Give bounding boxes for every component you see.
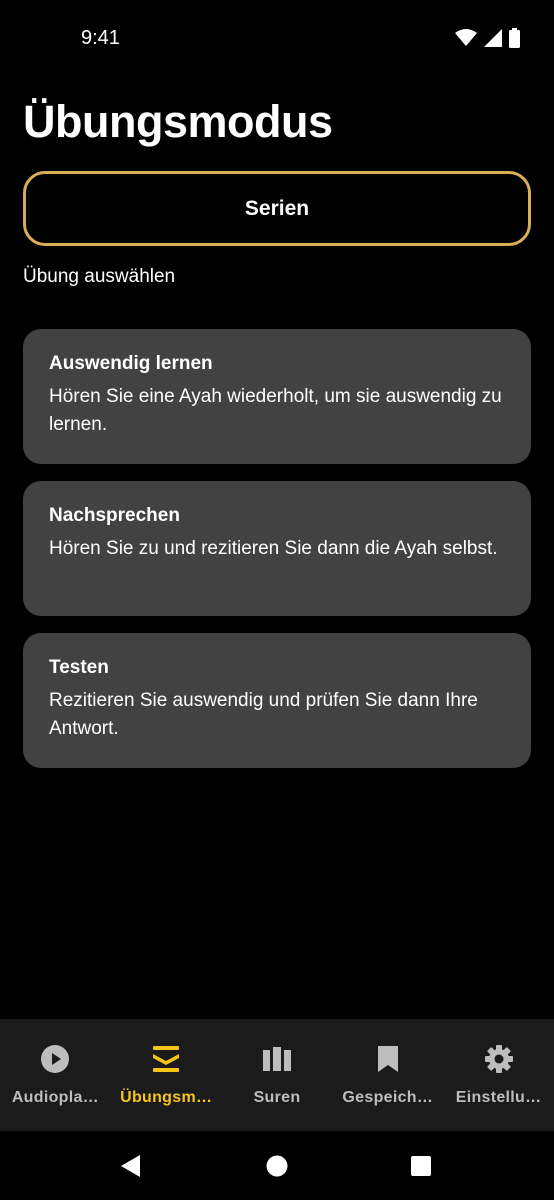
select-exercise-label: Übung auswählen [23, 266, 176, 287]
battery-icon [509, 28, 520, 48]
nav-label: Übungsm… [120, 1089, 213, 1106]
card-title: Auswendig lernen [49, 353, 213, 374]
recents-button[interactable] [408, 1153, 434, 1179]
card-description: Hören Sie zu und rezitieren Sie dann die… [49, 538, 498, 559]
system-navigation-bar [0, 1131, 554, 1200]
nav-item-practice-mode[interactable]: Übungsm… [111, 1019, 222, 1131]
practice-stack-icon [150, 1043, 182, 1075]
gear-icon [483, 1043, 515, 1075]
practice-mode-screen: 9:41 Übungsmodus Serien Übung auswählen … [0, 0, 554, 1200]
home-circle-icon [266, 1155, 288, 1177]
status-time: 9:41 [81, 27, 120, 49]
nav-label: Suren [253, 1089, 301, 1106]
page-title: Übungsmodus [23, 96, 333, 147]
back-triangle-icon [121, 1155, 140, 1177]
bottom-navigation: Audiopla… Übungsm… Suren Gespeich… Einst… [0, 1019, 554, 1131]
nav-item-saved[interactable]: Gespeich… [332, 1019, 443, 1131]
nav-item-surahs[interactable]: Suren [222, 1019, 333, 1131]
signal-icon [484, 29, 502, 47]
exercise-card-memorize[interactable]: Auswendig lernen Hören Sie eine Ayah wie… [23, 329, 531, 464]
nav-label: Einstellu… [455, 1089, 542, 1106]
card-description: Hören Sie eine Ayah wiederholt, um sie a… [49, 386, 502, 435]
series-button[interactable]: Serien [23, 171, 531, 246]
wifi-icon [455, 29, 477, 47]
back-button[interactable] [118, 1153, 144, 1179]
bookmark-icon [372, 1043, 404, 1075]
play-circle-icon [39, 1043, 71, 1075]
books-icon [261, 1043, 293, 1075]
card-description: Rezitieren Sie auswendig und prüfen Sie … [49, 690, 478, 739]
nav-item-settings[interactable]: Einstellu… [443, 1019, 554, 1131]
card-title: Nachsprechen [49, 505, 180, 526]
recents-square-icon [411, 1156, 431, 1176]
home-button[interactable] [264, 1153, 290, 1179]
nav-label: Audiopla… [11, 1089, 99, 1106]
card-title: Testen [49, 657, 109, 678]
exercise-card-test[interactable]: Testen Rezitieren Sie auswendig und prüf… [23, 633, 531, 768]
status-icons [455, 28, 520, 48]
nav-label: Gespeich… [342, 1089, 434, 1106]
exercise-card-repeat[interactable]: Nachsprechen Hören Sie zu und rezitieren… [23, 481, 531, 616]
nav-item-audioplayer[interactable]: Audiopla… [0, 1019, 111, 1131]
status-bar: 9:41 [0, 0, 554, 80]
